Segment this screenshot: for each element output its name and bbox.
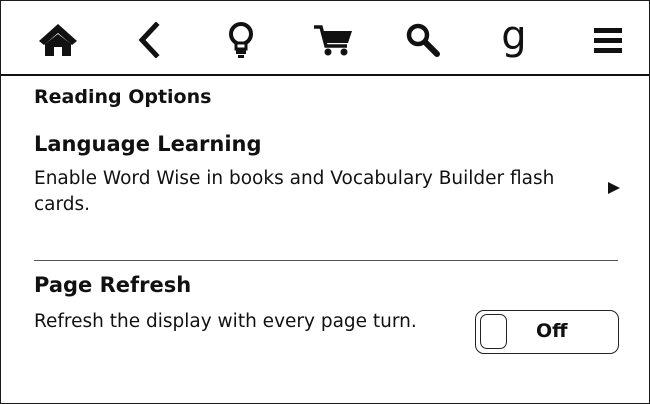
home-icon xyxy=(39,24,77,56)
page-refresh-description: Refresh the display with every page turn… xyxy=(34,311,417,332)
menu-button[interactable] xyxy=(586,21,630,59)
cart-icon xyxy=(314,25,352,56)
toggle-state-label: Off xyxy=(536,320,568,342)
lightbulb-button[interactable] xyxy=(219,21,263,59)
app-frame: g Reading Options Language Learning Enab… xyxy=(0,0,650,404)
toggle-knob xyxy=(480,314,507,349)
goodreads-button[interactable]: g xyxy=(492,16,536,59)
top-toolbar: g xyxy=(1,1,649,76)
language-learning-description: Enable Word Wise in books and Vocabulary… xyxy=(34,168,555,215)
back-button[interactable] xyxy=(127,21,171,59)
chevron-right-icon[interactable] xyxy=(607,181,621,195)
section-title: Reading Options xyxy=(34,86,212,108)
search-icon xyxy=(406,23,440,57)
goodreads-icon: g xyxy=(501,13,527,59)
lightbulb-icon xyxy=(229,22,253,58)
page-refresh-title: Page Refresh xyxy=(34,273,192,297)
menu-icon xyxy=(594,28,622,53)
settings-content: Reading Options Language Learning Enable… xyxy=(1,76,649,403)
home-button[interactable] xyxy=(36,21,80,59)
page-refresh-toggle[interactable]: Off xyxy=(475,310,619,354)
cart-button[interactable] xyxy=(311,21,355,59)
search-button[interactable] xyxy=(401,21,445,59)
back-icon xyxy=(138,22,160,58)
language-learning-title: Language Learning xyxy=(34,132,262,156)
divider xyxy=(34,260,618,261)
language-learning-row[interactable]: Language Learning Enable Word Wise in bo… xyxy=(1,128,649,258)
